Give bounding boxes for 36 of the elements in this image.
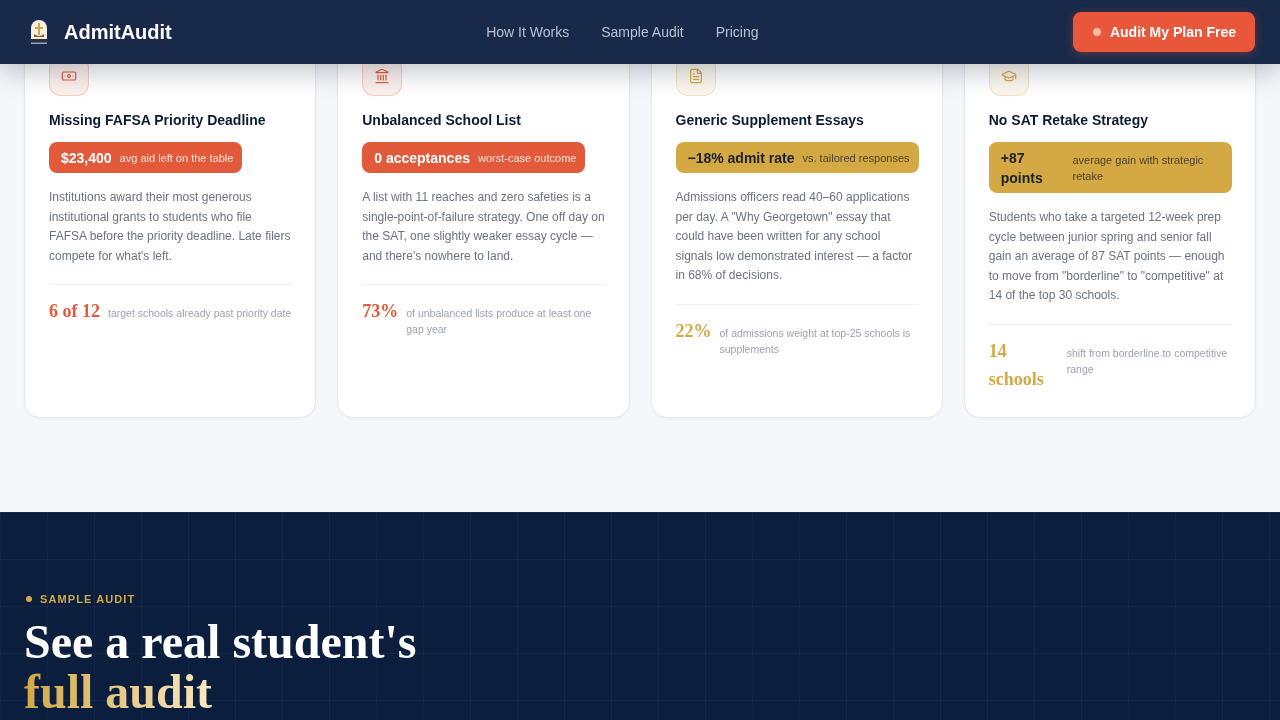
bank-building-icon [362,64,403,96]
banknote-icon [49,64,89,96]
card-description: Students who take a targeted 12-week prep cycle between junior spring and senior fall gain an average of 87 SAT points — enough to move from "borderline" to "competitive" at 14 of the top 30 schools. [988,209,1226,304]
crest-icon [28,19,50,45]
card-description: Institutions award their most generous institutional grants to students who file FAFSA before the priority deadline. Late filers compete for what's left. [49,189,292,265]
section-eyebrow: SAMPLE AUDIT [40,592,136,606]
card-title: No SAT Retake Strategy [988,111,1149,130]
badge-value: 0 acceptances [374,148,470,168]
badge-value: $23,400 [61,148,112,168]
badge-note: worst-case outcome [478,150,577,166]
cta-button[interactable]: Audit My Plan Free [1072,12,1255,52]
badge-note: avg aid left on the table [119,150,234,166]
stat-value: 6 of 12 [49,300,100,323]
badge-note: vs. tailored responses [802,150,910,166]
badge-value: +87 points [1000,148,1044,188]
card-title: Missing FAFSA Priority Deadline [49,111,267,130]
stat-note: target schools already past priority date [108,306,293,321]
brand-name[interactable]: AdmitAudit [64,17,172,47]
stat-note: of admissions weight at top-25 schools is supplements [719,325,912,357]
stat-value: 14 schools [988,339,1045,391]
badge-value: −18% admit rate [687,148,795,168]
card-description: A list with 11 reaches and zero safeties is a single-point-of-failure strategy. One off day on the SAT, one slightly weaker essay cycle — and there's nowhere to land. [362,189,606,265]
card-title: Generic Supplement Essays [675,111,865,130]
nav-link[interactable]: How It Works [486,21,570,43]
document-icon [675,64,716,96]
card-description: Admissions officers read 40–60 applications per day. A "Why Georgetown" essay that could have been written for any school signals low demonstrated interest — a factor in 68% of decisions. [675,189,914,284]
badge-note: average gain with strategic retake [1072,152,1205,184]
stat-note: shift from borderline to competitive range [1066,345,1229,377]
card-title: Unbalanced School List [362,111,522,130]
graduation-cap-icon [988,64,1029,96]
section-headline: See a real student's full audit [24,617,417,718]
nav-link[interactable]: Pricing [715,21,759,43]
stat-value: 73% [362,300,399,323]
stat-value: 22% [675,319,712,343]
stat-note: of unbalanced lists produce at least one gap year [406,306,593,337]
nav-link[interactable]: Sample Audit [601,21,684,43]
